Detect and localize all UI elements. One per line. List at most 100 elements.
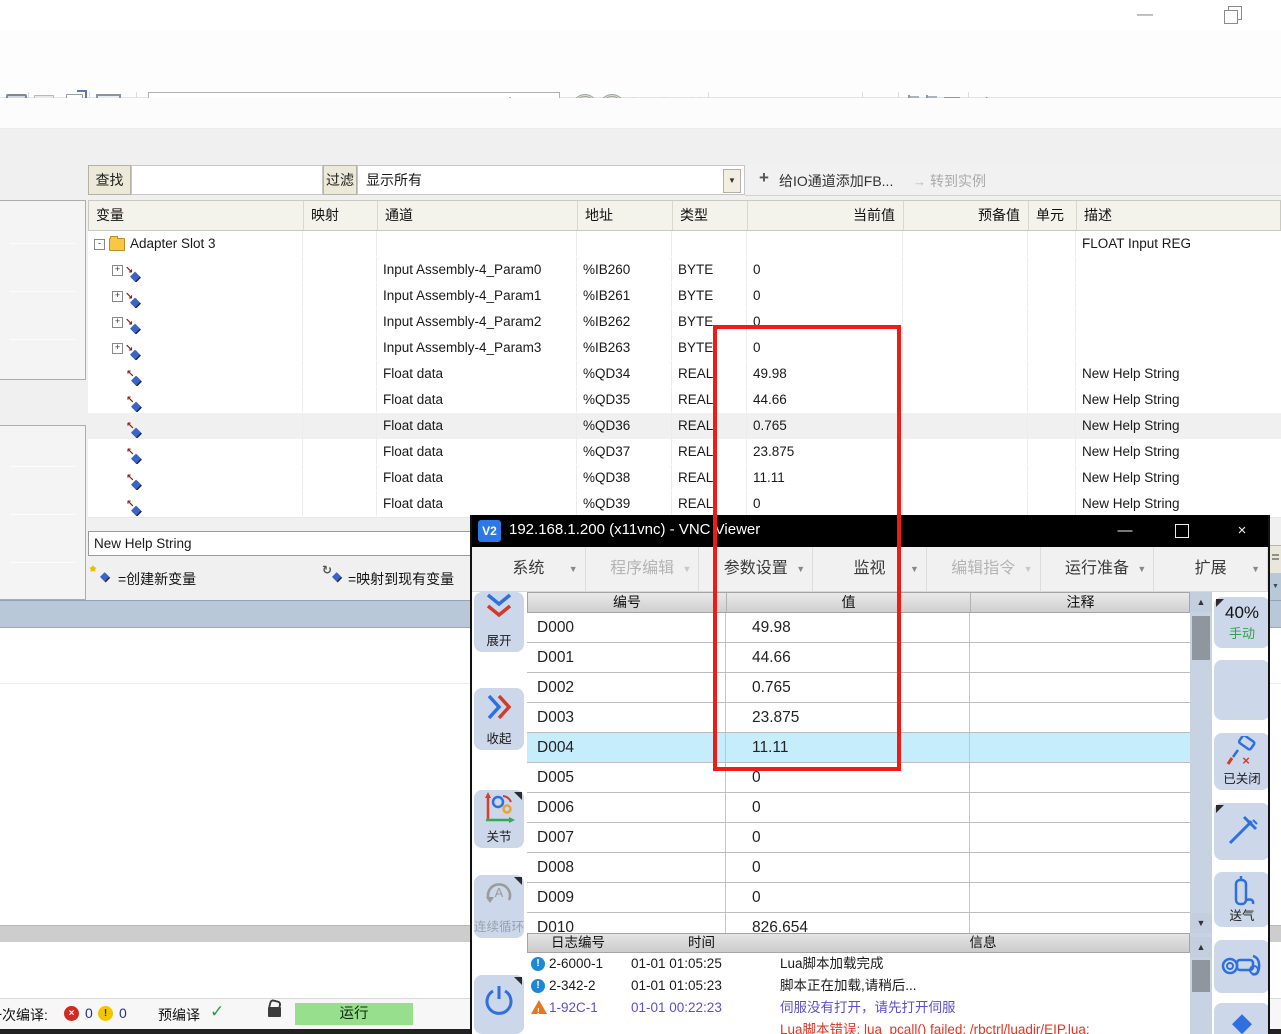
chevron-down-icon: ▼	[1137, 547, 1146, 591]
scroll-up-icon[interactable]: ▲	[1190, 592, 1212, 612]
collapse-toggle-icon[interactable]: -	[94, 239, 105, 250]
create-variable-icon: *◆	[92, 567, 114, 585]
window-titlebar: —	[0, 0, 1281, 30]
filter-button[interactable]: 过滤	[323, 165, 357, 195]
vnc-maximize-icon[interactable]	[1175, 524, 1189, 538]
log-row[interactable]: ! 2-342-201-01 01:05:23脚本正在加载,请稍后...	[527, 975, 1190, 997]
screen: — ▼ Application [CODESYS_Control_Win_V3_…	[0, 0, 1281, 1034]
grid-header: 变量 映射 通道 地址 类型 当前值 预备值 单元 描述	[88, 200, 1281, 231]
col-description[interactable]: 描述	[1077, 201, 1281, 230]
monitor-row[interactable]: D0070	[527, 823, 1190, 853]
clipped-diamond-button[interactable]: ◆	[1214, 1003, 1268, 1034]
monitor-row[interactable]: D0080	[527, 853, 1190, 883]
find-input[interactable]	[131, 165, 323, 195]
collapse-button[interactable]: 收起	[474, 688, 524, 750]
warning-count: 0	[119, 1005, 127, 1021]
loop-a-icon: A	[482, 875, 516, 911]
precompile-ok-icon: ✓	[210, 1002, 224, 1022]
monitor-scrollbar[interactable]: ▲ ▼	[1190, 592, 1212, 933]
folder-icon	[109, 238, 125, 251]
filter-dropdown[interactable]: 显示所有 ▼	[357, 165, 745, 195]
scroll-up-icon[interactable]: ▲	[1190, 937, 1212, 957]
col-unit[interactable]: 单元	[1029, 201, 1077, 230]
tab-system[interactable]: 系统▼	[472, 547, 586, 592]
chevron-down-icon: ▼	[683, 547, 692, 591]
col-channel[interactable]: 通道	[378, 201, 578, 230]
expand-toggle-icon[interactable]: +	[112, 317, 123, 328]
minimize-icon[interactable]: —	[1130, 4, 1160, 26]
col-address[interactable]: 地址	[578, 201, 673, 230]
gas-button[interactable]: 送气	[1214, 872, 1268, 927]
tool-calibrate-button[interactable]	[1214, 803, 1268, 860]
col-mapping[interactable]: 映射	[304, 201, 378, 230]
tab-extend[interactable]: 扩展▼	[1154, 547, 1268, 592]
expand-toggle-icon[interactable]: +	[112, 265, 123, 276]
col-type[interactable]: 类型	[673, 201, 748, 230]
log-row[interactable]: Lua脚本错误: lua_pcall() failed: /rbctrl/lua…	[527, 1019, 1190, 1034]
col-comment[interactable]: 注释	[971, 593, 1191, 612]
table-row[interactable]: ↖◆ Float data %QD34REAL 49.98 New Help S…	[88, 361, 1281, 388]
left-docked-panel-2	[0, 425, 86, 600]
table-row[interactable]: ↖◆ Float data %QD37REAL 23.875 New Help …	[88, 439, 1281, 466]
col-current-value[interactable]: 当前值	[748, 201, 904, 230]
speed-mode-button[interactable]: 40% 手动	[1214, 597, 1268, 648]
col-log-time[interactable]: 时间	[628, 934, 775, 952]
tab-edit-instruction[interactable]: 编辑指令▼	[927, 547, 1041, 592]
tab-program-edit[interactable]: 程序编辑▼	[586, 547, 700, 592]
table-row[interactable]: ↖◆ Float data %QD35REAL 44.66 New Help S…	[88, 387, 1281, 414]
table-row-selected[interactable]: ↖◆ Float data %QD36REAL 0.765 New Help S…	[88, 413, 1281, 440]
error-count: 0	[85, 1005, 93, 1021]
input-channel-icon: ↘◆	[127, 262, 143, 278]
monitor-row[interactable]: D0090	[527, 883, 1190, 913]
scrollbar-thumb[interactable]	[1192, 616, 1210, 660]
map-existing-variable-icon: ↻◆	[324, 567, 346, 585]
input-channel-icon: ↘◆	[127, 314, 143, 330]
table-row[interactable]: ↖◆ Float data %QD38REAL 11.11 New Help S…	[88, 465, 1281, 492]
output-channel-icon: ↖◆	[128, 366, 144, 382]
find-button[interactable]: 查找	[88, 165, 131, 195]
vnc-minimize-icon[interactable]: —	[1110, 517, 1140, 545]
expand-toggle-icon[interactable]: +	[112, 343, 123, 354]
blank-button[interactable]	[1214, 660, 1268, 720]
joint-mode-button[interactable]: 关节	[474, 790, 524, 848]
continuous-loop-button[interactable]: A 连续循环	[474, 875, 524, 938]
table-row[interactable]: ↖◆ Float data %QD39REAL 0 New Help Strin…	[88, 491, 1281, 518]
table-row[interactable]: +↘◆ Input Assembly-4_Param3 %IB263BYTE 0	[88, 335, 1281, 362]
tab-run-prepare[interactable]: 运行准备▼	[1041, 547, 1155, 592]
svg-text:×: ×	[1242, 753, 1250, 768]
col-prepared-value[interactable]: 预备值	[904, 201, 1029, 230]
col-number[interactable]: 编号	[528, 593, 727, 612]
scrollbar-thumb[interactable]	[1192, 960, 1210, 992]
expand-button[interactable]: 展开	[474, 592, 524, 652]
table-row[interactable]: +↘◆ Input Assembly-4_Param0 %IB260BYTE 0	[88, 257, 1281, 284]
table-row[interactable]: +↘◆ Input Assembly-4_Param2 %IB262BYTE 0	[88, 309, 1281, 336]
legend-map-label: =映射到现有变量	[348, 569, 454, 589]
toolbar-secondary-row	[0, 98, 1281, 129]
torch-icon: ×	[1224, 736, 1260, 768]
clipped-caption-fragment: ▼	[1270, 573, 1281, 600]
warning-icon: !	[531, 1000, 547, 1014]
robot-drag-button[interactable]	[1214, 940, 1268, 993]
col-log-number[interactable]: 日志编号	[528, 934, 628, 952]
add-fb-button[interactable]: 给IO通道添加FB...	[779, 171, 893, 191]
input-channel-icon: ↘◆	[127, 288, 143, 304]
annotation-highlight-rectangle	[713, 325, 901, 771]
power-button[interactable]	[474, 975, 524, 1034]
chevron-down-icon[interactable]: ▼	[723, 169, 741, 193]
goto-instance-button[interactable]: →转到实例	[913, 171, 986, 191]
log-row[interactable]: ! 1-92C-101-01 00:22:23伺服没有打开，请先打开伺服	[527, 997, 1190, 1019]
log-row[interactable]: ! 2-6000-101-01 01:05:25Lua脚本加载完成	[527, 953, 1190, 975]
col-log-info[interactable]: 信息	[775, 934, 1191, 952]
expand-toggle-icon[interactable]: +	[112, 291, 123, 302]
chevron-down-icon: ▼	[569, 547, 578, 591]
torch-closed-button[interactable]: × 已关闭	[1214, 733, 1268, 790]
monitor-row[interactable]: D0060	[527, 793, 1190, 823]
table-row[interactable]: +↘◆ Input Assembly-4_Param1 %IB261BYTE 0	[88, 283, 1281, 310]
restore-icon[interactable]	[1222, 6, 1246, 24]
table-row[interactable]: -Adapter Slot 3 FLOAT Input REG	[88, 231, 1281, 258]
output-channel-icon: ↖◆	[128, 418, 144, 434]
vnc-close-icon[interactable]: ×	[1227, 517, 1257, 545]
scroll-down-icon[interactable]: ▼	[1190, 913, 1212, 933]
log-scrollbar[interactable]: ▲	[1190, 933, 1212, 1034]
col-variable[interactable]: 变量	[89, 201, 304, 230]
